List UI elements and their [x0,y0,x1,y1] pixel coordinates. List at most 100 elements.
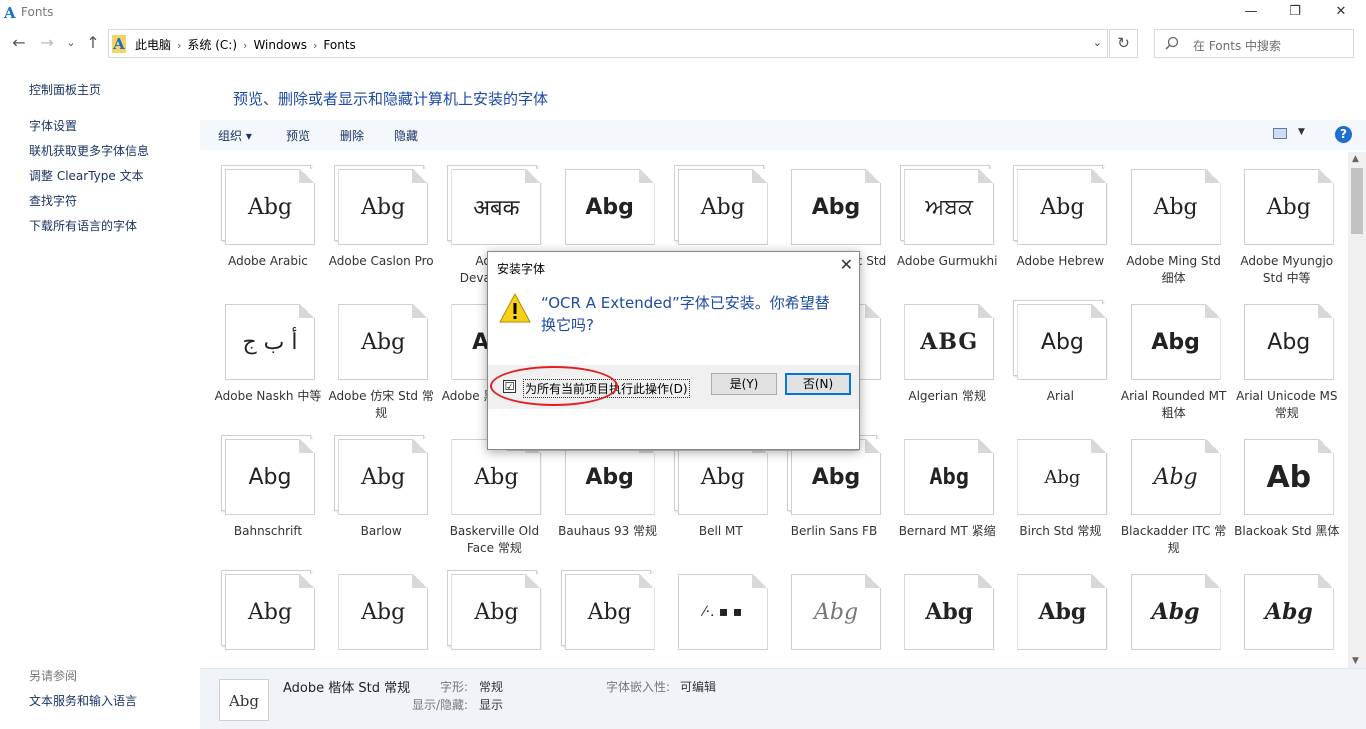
font-tile[interactable]: Abg [326,570,436,669]
font-sample: Abg [1151,599,1200,625]
details-thumbnail: Abg [219,679,269,721]
sidebar-cleartype[interactable]: 调整 ClearType 文本 [29,167,144,184]
font-tile[interactable]: Abg [1232,570,1342,669]
yes-button[interactable]: 是(Y) [711,373,777,395]
font-file-icon: Abg [1240,570,1334,650]
crumb-system-c[interactable]: 系统 (C:) [187,38,237,52]
font-sample: Abg [1151,329,1200,355]
warning-icon [499,292,531,323]
font-tile[interactable]: Abg [779,570,889,669]
font-tile[interactable]: Abg Bernard MT 紧缩 [892,435,1002,571]
font-tile[interactable]: Abg Adobe Myungjo Std 中等 [1232,165,1342,301]
sidebar-text-services[interactable]: 文本服务和输入语言 [29,692,137,709]
font-tile[interactable]: Abg Blackadder ITC 常规 [1119,435,1229,571]
details-embed-value: 可编辑 [680,680,717,694]
delete-button[interactable]: 删除 [340,127,364,144]
font-sample: Abg [361,329,406,355]
font-file-icon: Abg [1013,570,1108,650]
font-tile[interactable]: Ab Blackoak Std 黑体 [1232,435,1342,571]
sidebar-font-settings[interactable]: 字体设置 [29,117,77,134]
preview-button[interactable]: 预览 [286,127,310,144]
font-sample: Abg [1038,599,1087,625]
font-tile[interactable]: Abg [1119,570,1229,669]
font-tile[interactable]: Abg Bauhaus 93 常规 [553,435,663,571]
restore-button[interactable]: ❐ [1272,0,1318,26]
font-file-icon: Abg [900,570,995,650]
back-button[interactable]: ← [10,34,28,54]
font-file-icon: Abg [334,165,429,245]
see-also-heading: 另请参阅 [29,669,78,683]
font-file-icon: ⁄·. ▪ ▪ [674,570,768,650]
refresh-button[interactable]: ↻ [1109,29,1138,58]
close-window-button[interactable]: ✕ [1318,0,1364,26]
font-sample: Abg [1266,194,1311,220]
recent-locations-button[interactable]: ⌄ [62,34,80,54]
font-file-icon: Abg [560,570,655,650]
fonts-window: A Fonts — ❐ ✕ ← → ⌄ ↑ A 此电脑 › 系统 (C:) › Wind… [0,0,1366,729]
font-name: Adobe Naskh 中等 [214,389,322,403]
font-name: Birch Std 常规 [1019,524,1102,538]
chevron-right-icon[interactable]: › [243,39,247,52]
font-name: Adobe Caslon Pro [328,254,434,268]
font-file-icon: Abg [334,570,429,650]
sidebar-find-character[interactable]: 查找字符 [29,192,77,209]
search-input[interactable]: 在 Fonts 中搜索 [1154,29,1354,58]
minimize-button[interactable]: — [1228,0,1274,26]
font-tile[interactable]: Abg Arial Rounded MT 粗体 [1119,300,1229,436]
dialog-close-icon[interactable]: ✕ [840,255,853,274]
font-file-icon: ABG [900,300,995,380]
sidebar-download-fonts[interactable]: 下载所有语言的字体 [29,217,137,234]
chevron-right-icon[interactable]: › [177,39,181,52]
address-bar[interactable]: A 此电脑 › 系统 (C:) › Windows › Fonts ⌄ [108,29,1108,58]
font-tile[interactable]: Abg Berlin Sans FB [779,435,889,571]
font-tile[interactable]: Abg Barlow [326,435,436,571]
font-file-icon: Abg [1013,300,1108,380]
scroll-thumb[interactable] [1351,168,1363,234]
font-tile[interactable]: Abg [213,570,323,669]
address-dropdown-icon[interactable]: ⌄ [1093,36,1102,49]
view-icon[interactable] [1273,128,1287,139]
font-file-icon: Abg [221,435,315,515]
font-tile[interactable]: Abg Bahnschrift [213,435,323,571]
up-button[interactable]: ↑ [84,34,102,54]
font-tile[interactable]: Abg Adobe Caslon Pro [326,165,436,301]
font-tile[interactable]: ਅਬਕ Adobe Gurmukhi [892,165,1002,301]
font-sample: Abg [361,599,406,625]
font-tile[interactable]: Abg Arial Unicode MS 常规 [1232,300,1342,436]
no-button[interactable]: 否(N) [785,373,851,395]
font-tile[interactable]: Abg Bell MT [666,435,776,571]
font-tile[interactable]: Abg Adobe Arabic [213,165,323,301]
crumb-fonts[interactable]: Fonts [323,38,355,52]
font-tile[interactable]: Abg Birch Std 常规 [1005,435,1115,571]
chevron-right-icon[interactable]: › [313,39,317,52]
font-tile[interactable]: Abg Adobe 仿宋 Std 常规 [326,300,436,436]
font-tile[interactable]: أ ب ج Adobe Naskh 中等 [213,300,323,436]
page-title: 预览、删除或者显示和隐藏计算机上安装的字体 [233,90,549,108]
help-icon[interactable]: ? [1335,126,1352,143]
font-tile[interactable]: Abg Arial [1005,300,1115,436]
sidebar-get-more-fonts[interactable]: 联机获取更多字体信息 [29,142,149,159]
organize-button[interactable]: 组织 ▾ [218,127,252,144]
scroll-up-icon[interactable]: ▲ [1352,154,1359,164]
sidebar-control-panel-home[interactable]: 控制面板主页 [29,81,101,98]
forward-button[interactable]: → [38,34,56,54]
font-tile[interactable]: Abg Baskerville Old Face 常规 [439,435,549,571]
font-tile[interactable]: Abg Adobe Ming Std 细体 [1119,165,1229,301]
vertical-scrollbar[interactable]: ▲ ▼ [1348,152,1366,670]
font-tile[interactable]: ABG Algerian 常规 [892,300,1002,436]
font-tile[interactable]: ⁄·. ▪ ▪ [666,570,776,669]
scroll-down-icon[interactable]: ▼ [1352,656,1359,666]
font-tile[interactable]: Abg [439,570,549,669]
view-dropdown-icon[interactable]: ▼ [1298,127,1305,137]
font-sample: ABG [920,329,979,355]
hide-button[interactable]: 隐藏 [394,127,418,144]
font-sample: Ab [1266,459,1312,495]
font-tile[interactable]: Abg Adobe Hebrew [1005,165,1115,301]
crumb-windows[interactable]: Windows [253,38,307,52]
crumb-this-pc[interactable]: 此电脑 [135,38,171,52]
font-tile[interactable]: Abg [1005,570,1115,669]
font-file-icon: Abg [334,435,429,515]
font-sample: Abg [248,464,292,490]
font-tile[interactable]: Abg [892,570,1002,669]
font-tile[interactable]: Abg [553,570,663,669]
